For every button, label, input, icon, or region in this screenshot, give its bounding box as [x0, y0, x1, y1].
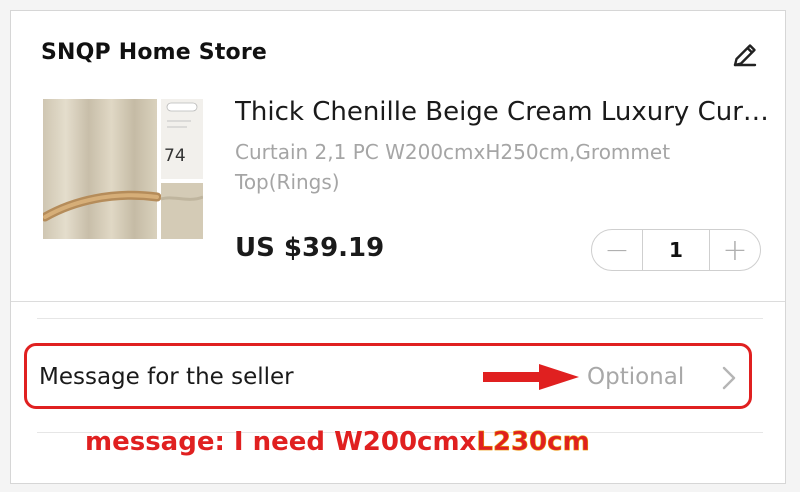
section-divider [11, 301, 785, 302]
message-for-seller-label: Message for the seller [39, 364, 294, 390]
product-image-badge: 74 [164, 146, 186, 166]
message-for-seller-row[interactable]: Message for the seller Optional [24, 343, 752, 409]
store-name[interactable]: SNQP Home Store [41, 40, 267, 65]
annotation-prefix: message: I need W200cmx [85, 427, 477, 457]
decrease-quantity-button[interactable]: − [592, 230, 642, 270]
annotation-highlight: L230cm [476, 427, 590, 458]
pencil-icon[interactable] [729, 39, 761, 71]
product-title[interactable]: Thick Chenille Beige Cream Luxury Curtai… [235, 97, 770, 127]
chevron-right-icon[interactable] [721, 365, 737, 391]
section-divider-inner [37, 318, 763, 319]
product-image[interactable]: 74 [43, 99, 203, 239]
increase-quantity-button[interactable]: + [710, 230, 760, 270]
quantity-stepper: − 1 + [591, 229, 761, 271]
message-optional-placeholder[interactable]: Optional [587, 364, 684, 390]
quantity-value[interactable]: 1 [642, 230, 710, 270]
annotation-message: message: I need W200cmxL230cm [85, 427, 590, 458]
product-price: US $39.19 [235, 233, 385, 263]
cart-item-card: SNQP Home Store 74 Thick Chenille Beige … [10, 10, 786, 484]
arrow-right-icon [483, 364, 579, 390]
product-variant[interactable]: Curtain 2,1 PC W200cmxH250cm,Grommet Top… [235, 137, 755, 197]
